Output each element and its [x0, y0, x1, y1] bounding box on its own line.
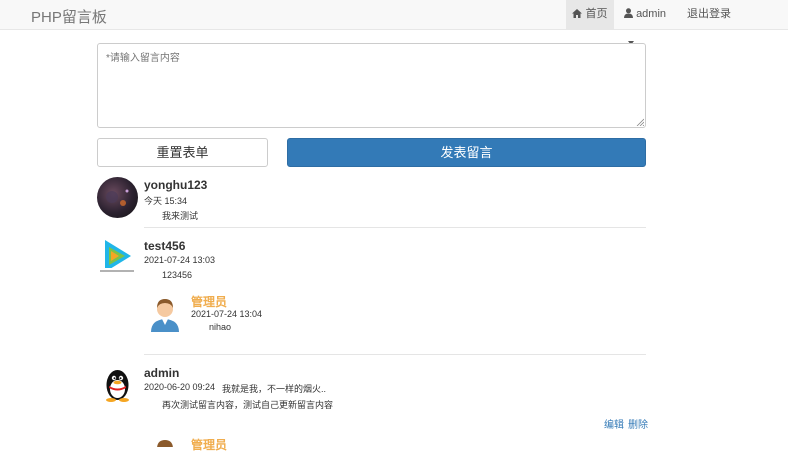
nav-home[interactable]: 首页 — [566, 0, 614, 30]
message-time: 2021-07-24 13:03 — [144, 255, 216, 265]
message-content: 123456 — [162, 270, 193, 280]
message-username[interactable]: yonghu123 — [144, 178, 207, 192]
nav-logout-label: 退出登录 — [687, 8, 731, 20]
user-icon — [624, 8, 633, 18]
avatar — [97, 236, 138, 277]
reply-avatar — [147, 438, 183, 447]
admin-avatar-icon — [157, 440, 173, 447]
message-divider — [144, 354, 646, 355]
message-time: 今天 15:34 — [144, 196, 188, 206]
message-username[interactable]: admin — [144, 366, 179, 380]
message-content: 我来测试 — [162, 211, 199, 221]
message-content: 再次测试留言内容，测试自己更新留言内容 — [162, 400, 334, 410]
home-icon — [572, 9, 583, 18]
reply-content: nihao — [209, 322, 232, 332]
nav-home-label: 首页 — [585, 8, 608, 20]
message-time: 2020-06-20 09:24 — [144, 382, 216, 392]
nav-user-dropdown[interactable]: admin — [624, 0, 674, 46]
admin-avatar-icon — [151, 299, 179, 332]
delete-link[interactable]: 删除 — [628, 416, 648, 431]
reply-username[interactable]: 管理员 — [191, 293, 227, 310]
message-divider — [144, 227, 646, 228]
edit-link[interactable]: 编辑 — [604, 416, 624, 431]
reply-username[interactable]: 管理员 — [191, 436, 227, 453]
avatar-image — [106, 189, 129, 206]
reset-button[interactable]: 重置表单 — [97, 138, 268, 167]
penguin-avatar-icon — [106, 370, 129, 402]
submit-button[interactable]: 发表留言 — [287, 138, 646, 167]
avatar — [97, 364, 138, 405]
navbar: PHP留言板 首页 admin 退出登录 — [0, 0, 788, 46]
brand-title[interactable]: PHP留言板 — [31, 6, 107, 27]
reply-avatar — [147, 296, 183, 332]
avatar — [97, 177, 138, 218]
user-signature: 我就是我，不一样的烟火.. — [222, 384, 327, 394]
resize-grip-icon[interactable] — [636, 118, 644, 126]
video-app-logo-icon — [100, 240, 134, 273]
nav-logout[interactable]: 退出登录 — [687, 0, 731, 30]
message-username[interactable]: test456 — [144, 239, 185, 253]
message-input[interactable] — [97, 43, 646, 128]
reply-time: 2021-07-24 13:04 — [191, 309, 263, 319]
nav-user-label: admin — [636, 8, 667, 20]
